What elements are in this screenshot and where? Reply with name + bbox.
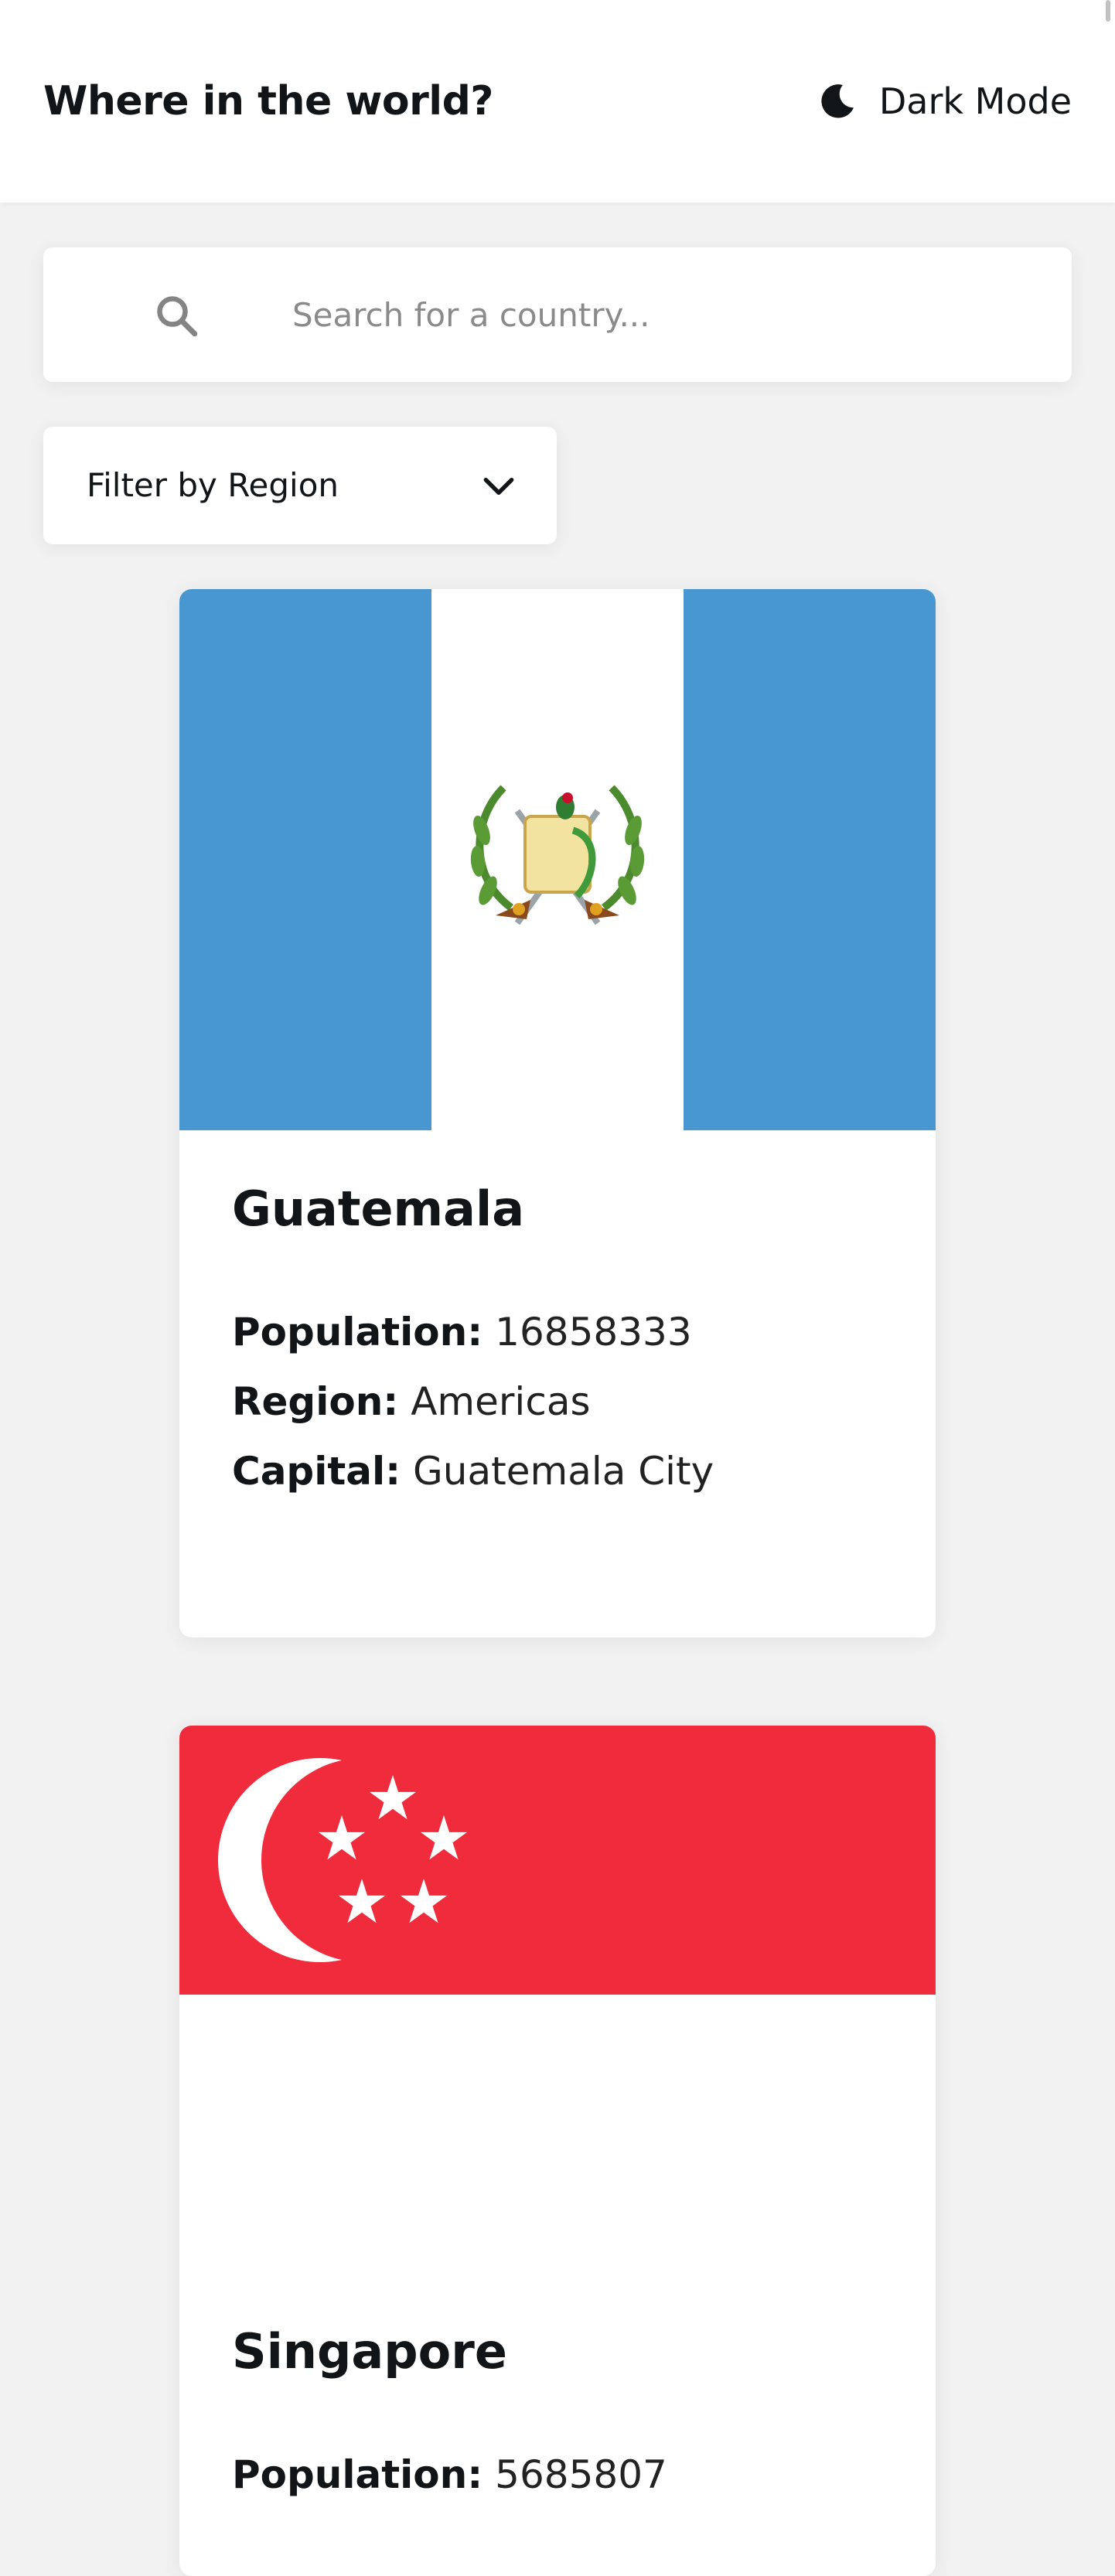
search-input[interactable] bbox=[292, 278, 1035, 351]
population-label: Population: bbox=[232, 1310, 483, 1354]
region-stat: Region: Americas bbox=[232, 1367, 883, 1436]
population-value: 5685807 bbox=[495, 2452, 667, 2497]
country-name: Singapore bbox=[232, 2323, 507, 2380]
filter-label: Filter by Region bbox=[87, 466, 339, 504]
singapore-flag bbox=[179, 1726, 936, 1995]
moon-icon bbox=[821, 84, 854, 118]
country-stats: Population: 16858333 Region: Americas Ca… bbox=[232, 1297, 883, 1506]
card-body: Guatemala Population: 16858333 Region: A… bbox=[232, 1177, 883, 1506]
capital-value: Guatemala City bbox=[413, 1449, 714, 1494]
population-value: 16858333 bbox=[495, 1310, 692, 1354]
site-header: Where in the world? Dark Mode bbox=[0, 0, 1115, 203]
scrollbar-thumb[interactable] bbox=[1106, 0, 1110, 22]
country-card[interactable]: Singapore Population: 5685807 bbox=[179, 1726, 936, 2576]
dark-mode-label: Dark Mode bbox=[878, 80, 1072, 122]
country-stats: Population: 5685807 bbox=[232, 2440, 883, 2510]
app-title: Where in the world? bbox=[43, 78, 493, 124]
dark-mode-toggle[interactable]: Dark Mode bbox=[817, 74, 1072, 128]
country-card[interactable]: Guatemala Population: 16858333 Region: A… bbox=[179, 589, 936, 1637]
chevron-down-icon bbox=[483, 477, 514, 496]
capital-stat: Capital: Guatemala City bbox=[232, 1436, 883, 1506]
search-icon bbox=[157, 296, 198, 337]
region-value: Americas bbox=[411, 1379, 591, 1424]
population-label: Population: bbox=[232, 2452, 483, 2497]
region-label: Region: bbox=[232, 1379, 399, 1424]
guatemala-flag bbox=[179, 589, 936, 1130]
country-name: Guatemala bbox=[232, 1181, 525, 1237]
region-filter-dropdown[interactable]: Filter by Region bbox=[43, 427, 557, 544]
search-box[interactable] bbox=[43, 247, 1072, 382]
card-body: Singapore Population: 5685807 bbox=[232, 2319, 883, 2510]
population-stat: Population: 5685807 bbox=[232, 2440, 883, 2510]
capital-label: Capital: bbox=[232, 1449, 401, 1494]
population-stat: Population: 16858333 bbox=[232, 1297, 883, 1367]
